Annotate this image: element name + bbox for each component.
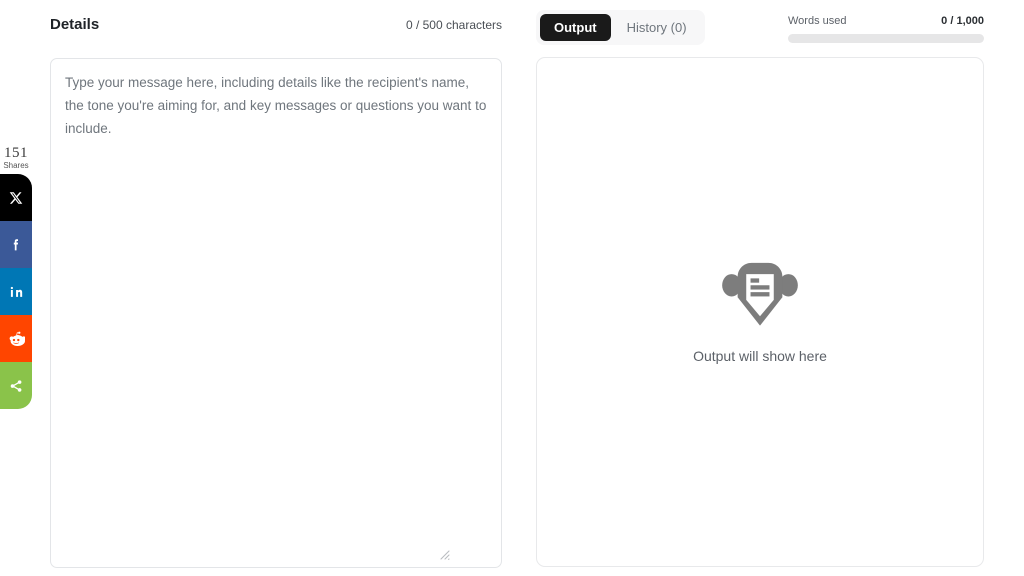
share-count-number: 151: [4, 145, 28, 161]
details-section: Details 0 / 500 characters: [50, 16, 502, 573]
details-title: Details: [50, 16, 100, 33]
x-twitter-icon: [9, 191, 23, 204]
social-share-rail: 151 Shares: [0, 146, 32, 409]
output-empty-state: Output will show here: [693, 250, 827, 364]
output-tabs: Output History (0): [536, 10, 705, 45]
share-count: 151 Shares: [0, 146, 32, 174]
share-button-reddit[interactable]: [0, 315, 32, 362]
document-shield-icon: [722, 262, 798, 326]
output-panel: Output will show here: [536, 57, 984, 567]
share-nodes-icon: [10, 379, 22, 392]
tab-history[interactable]: History (0): [613, 14, 701, 41]
facebook-icon: [13, 238, 19, 250]
words-used-value: 0 / 1,000: [941, 15, 984, 27]
share-button-x-twitter[interactable]: [0, 174, 32, 221]
output-topbar: Output History (0) Words used 0 / 1,000: [536, 10, 984, 48]
app-root: 151 Shares Details 0 / 500 characters Ty…: [0, 0, 1024, 576]
details-textarea[interactable]: [50, 58, 502, 568]
words-used-progress-track: [788, 34, 984, 43]
words-used-row: Words used 0 / 1,000: [788, 15, 984, 27]
details-header: Details 0 / 500 characters: [50, 16, 502, 42]
share-button-more[interactable]: [0, 362, 32, 409]
output-empty-text: Output will show here: [693, 348, 827, 364]
reddit-icon: [9, 331, 25, 346]
words-used-meter: Words used 0 / 1,000: [788, 15, 984, 43]
words-used-label: Words used: [788, 15, 847, 27]
linkedin-icon: [10, 286, 22, 297]
character-counter: 0 / 500 characters: [405, 18, 502, 32]
output-section: Output History (0) Words used 0 / 1,000: [536, 10, 984, 48]
share-count-label: Shares: [3, 161, 29, 170]
share-button-linkedin[interactable]: [0, 268, 32, 315]
share-button-facebook[interactable]: [0, 221, 32, 268]
tab-output[interactable]: Output: [540, 14, 611, 41]
